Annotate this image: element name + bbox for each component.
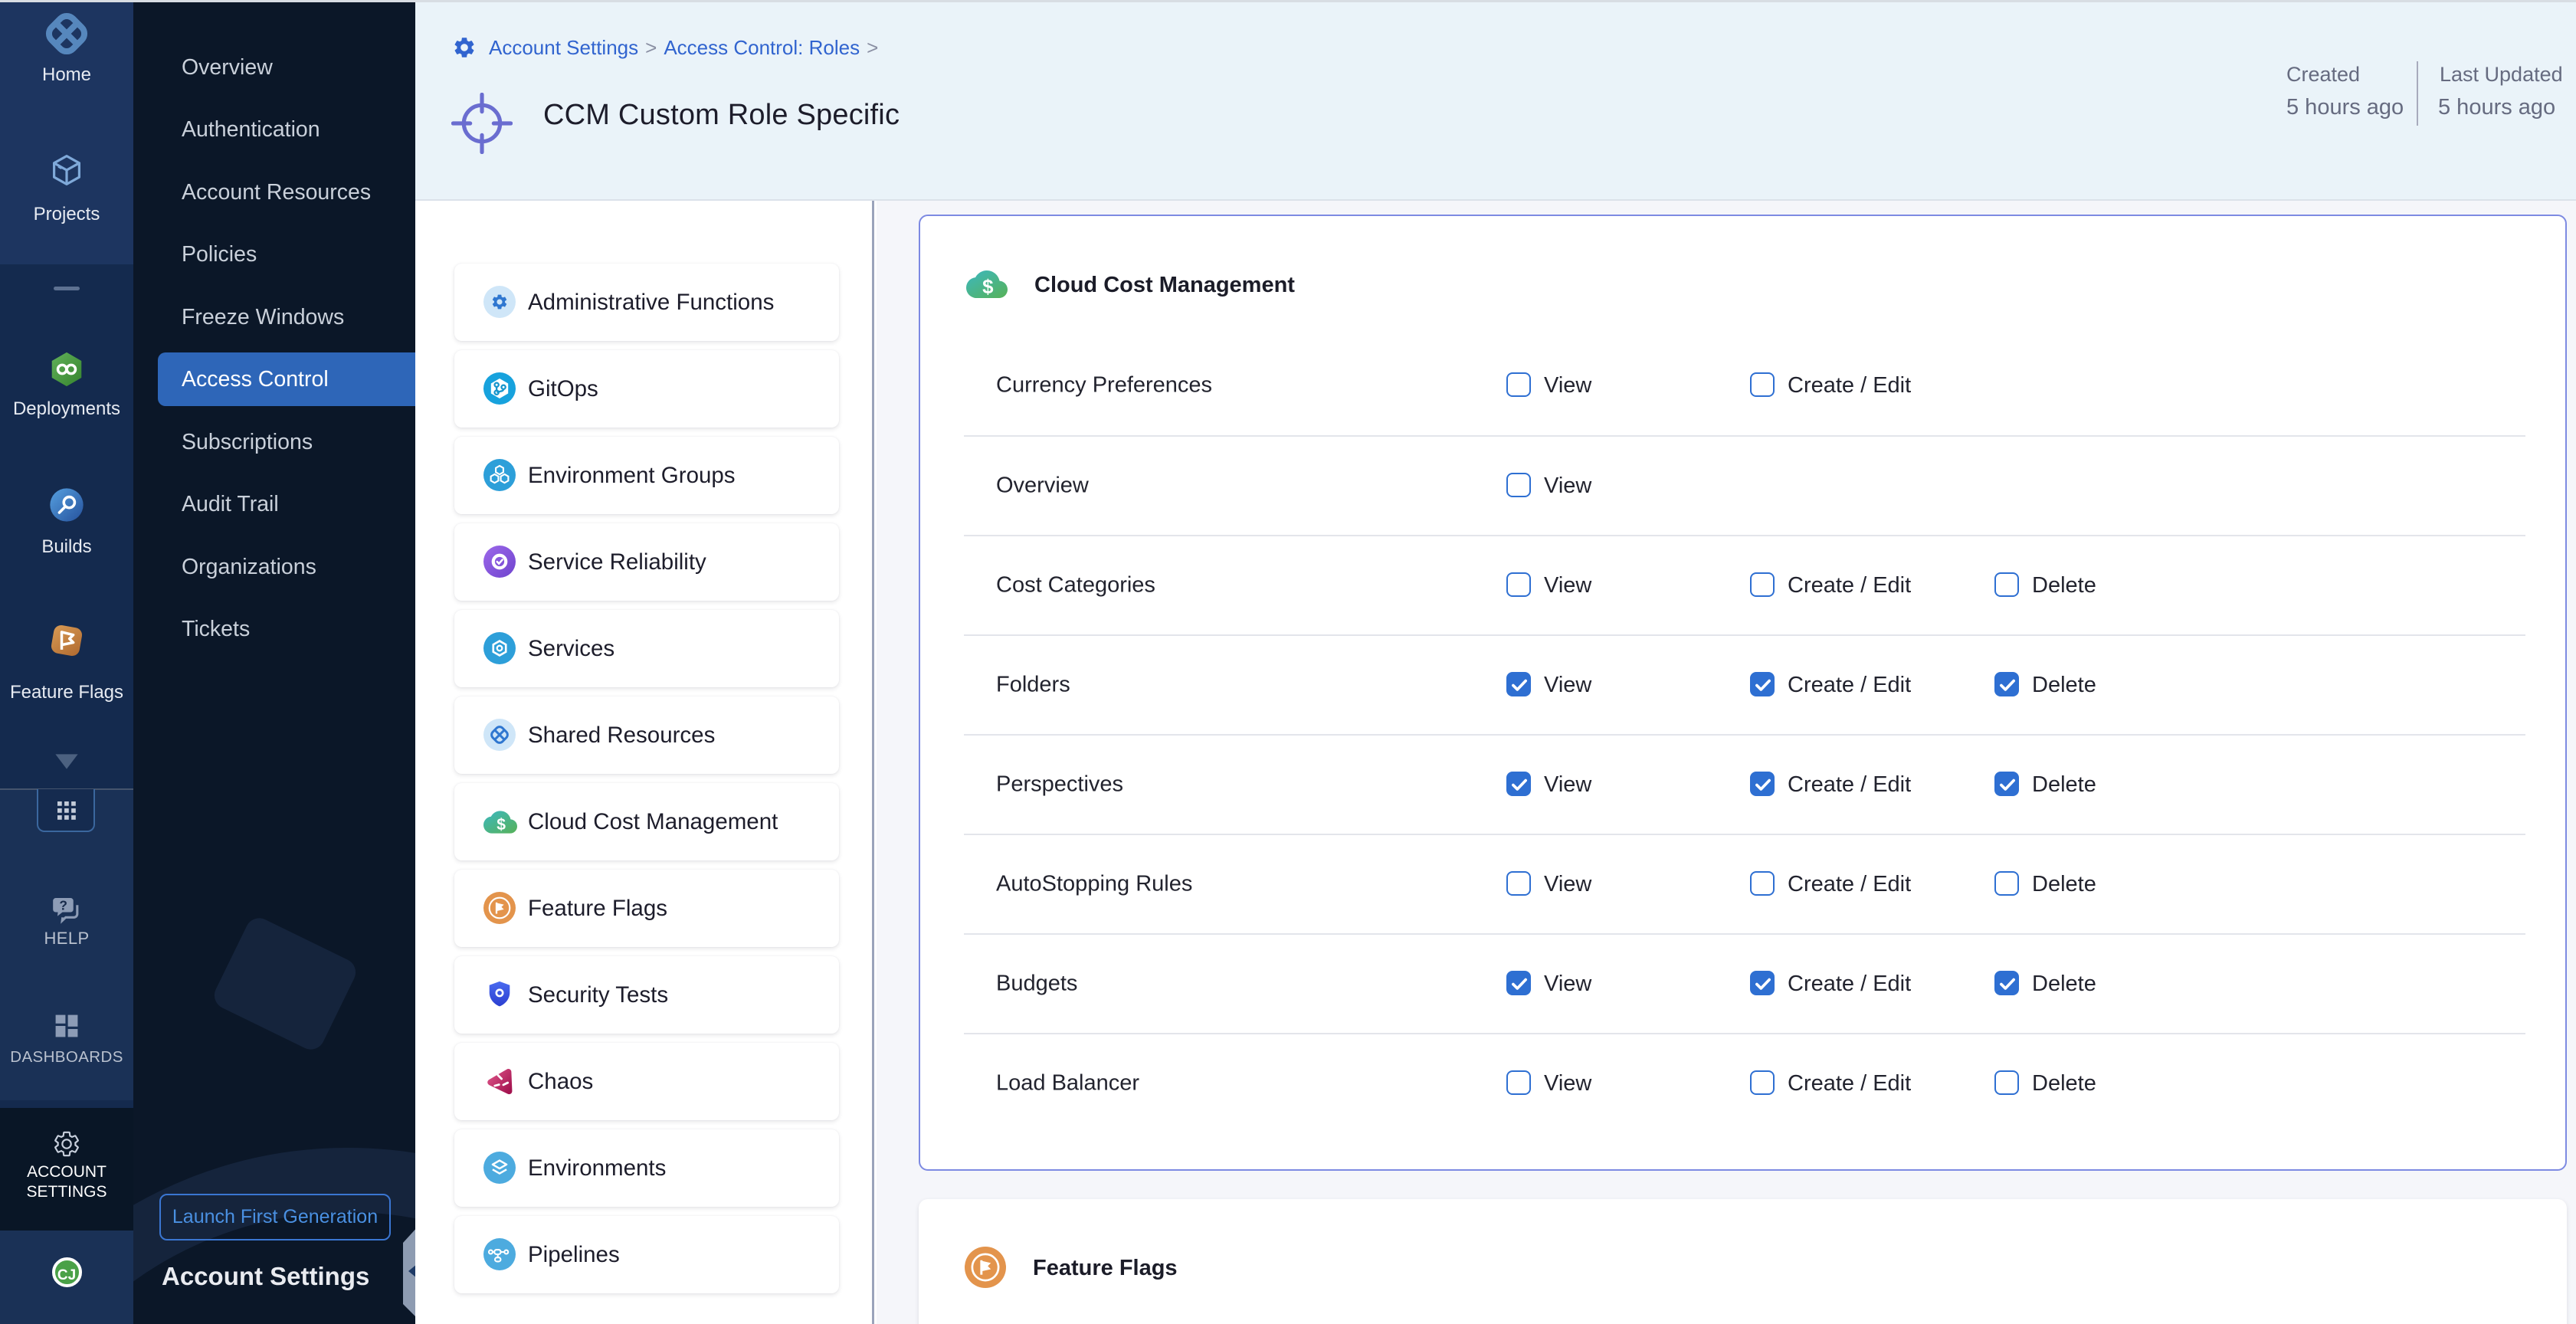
svg-text:$: $	[982, 277, 994, 298]
svg-text:$: $	[497, 816, 506, 834]
svg-text:?: ?	[59, 897, 67, 913]
